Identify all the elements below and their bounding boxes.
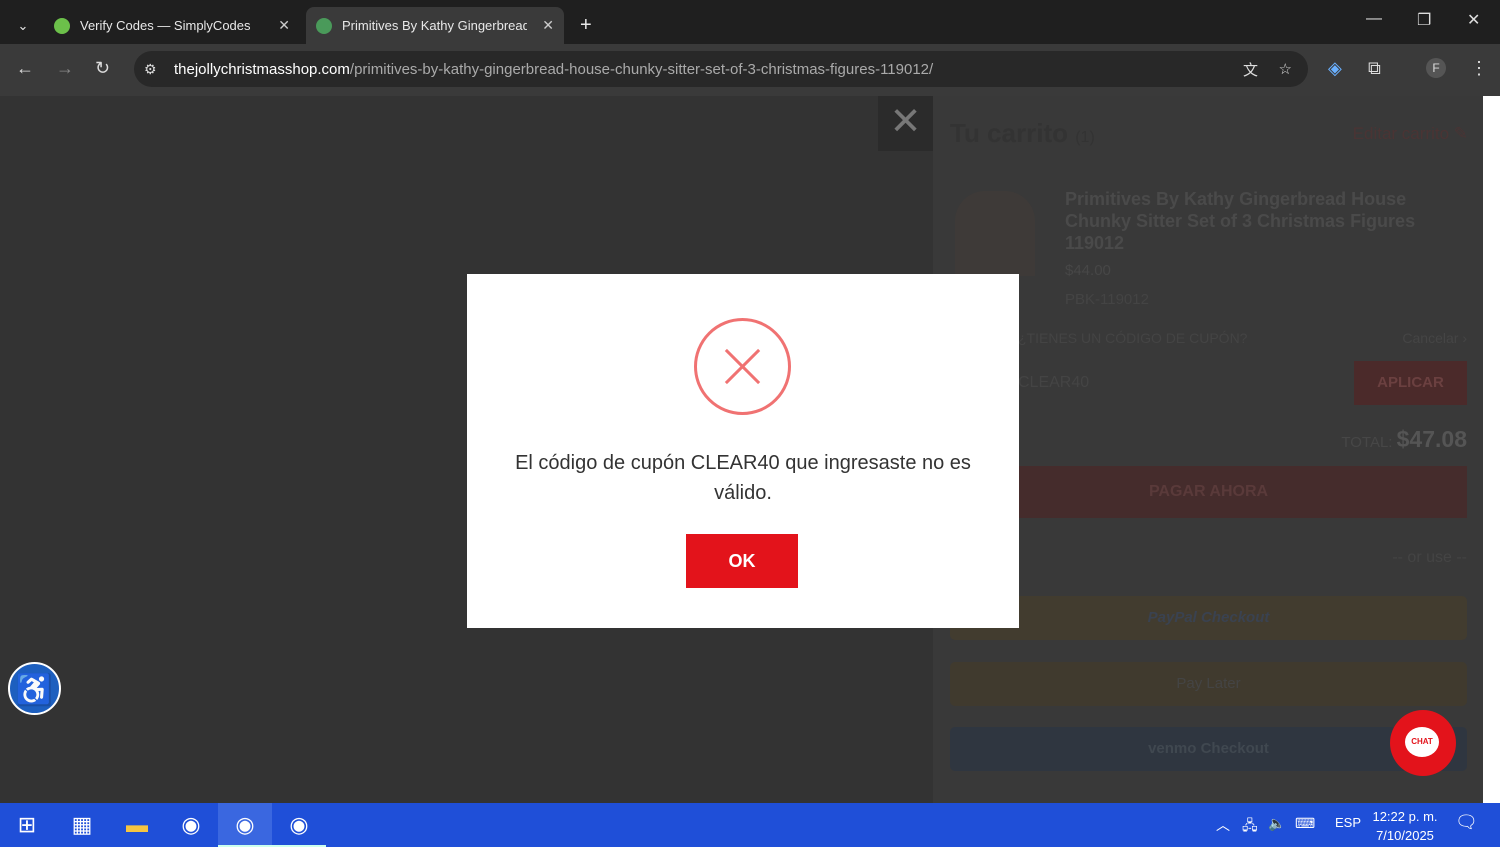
error-dialog: El código de cupón CLEAR40 que ingresast… bbox=[467, 274, 1019, 628]
tab-verify-codes[interactable]: Verify Codes — SimplyCodes ✕ bbox=[44, 7, 300, 44]
tab-primitives[interactable]: Primitives By Kathy Gingerbread ✕ bbox=[306, 7, 564, 44]
product-name[interactable]: Primitives By Kathy Gingerbread House Ch… bbox=[1065, 188, 1455, 254]
volume-icon[interactable]: 🔈 bbox=[1268, 815, 1285, 832]
extension-shield-icon[interactable]: ◈ bbox=[1328, 58, 1342, 79]
chrome-icon[interactable]: ◉ bbox=[164, 803, 218, 847]
file-explorer-icon[interactable]: ▬ bbox=[110, 803, 164, 847]
url-path: /primitives-by-kathy-gingerbread-house-c… bbox=[349, 60, 934, 78]
product-price: $44.00 bbox=[1065, 262, 1111, 279]
coupon-question: ¿TIENES UN CÓDIGO DE CUPÓN? bbox=[1018, 330, 1248, 346]
chrome-profile-r-icon[interactable]: ◉ bbox=[272, 803, 326, 847]
site-info-icon[interactable]: ⚙ bbox=[144, 61, 157, 78]
windows-taskbar: ⊞ ▦ ▬ ◉ ◉ ◉ ︿ 🖧 🔈 ⌨ ESP 12:22 p. m. 7/10/… bbox=[0, 803, 1500, 847]
product-sku: PBK-119012 bbox=[1065, 291, 1149, 308]
venmo-checkout-button[interactable]: venmo Checkout bbox=[950, 727, 1467, 771]
error-message: El código de cupón CLEAR40 que ingresast… bbox=[515, 452, 971, 504]
restore-icon[interactable]: ❐ bbox=[1417, 10, 1431, 30]
product-thumbnail bbox=[955, 191, 1035, 276]
browser-toolbar: ← → ↻ ⚙ thejollychristmasshop.com/primit… bbox=[0, 44, 1500, 96]
new-tab-button[interactable]: + bbox=[570, 7, 602, 44]
start-icon[interactable]: ⊞ bbox=[0, 803, 54, 847]
tab-title: Verify Codes — SimplyCodes bbox=[80, 18, 251, 33]
notifications-icon[interactable]: 🗨 bbox=[1455, 812, 1478, 833]
ok-button[interactable]: OK bbox=[686, 534, 798, 588]
simplycodes-favicon-icon bbox=[54, 17, 70, 34]
chat-label: CHAT bbox=[1405, 727, 1439, 757]
browser-tab-bar: ⌄ Verify Codes — SimplyCodes ✕ Primitive… bbox=[0, 0, 1500, 44]
page-scrollbar[interactable] bbox=[1483, 96, 1500, 803]
store-icon[interactable]: ▦ bbox=[55, 803, 109, 847]
accessibility-icon[interactable]: ♿ bbox=[8, 662, 61, 715]
close-cart-icon[interactable]: ✕ bbox=[878, 96, 933, 151]
close-tab-icon[interactable]: ✕ bbox=[278, 17, 290, 34]
back-icon[interactable]: ← bbox=[16, 58, 34, 79]
coupon-input[interactable]: CLEAR40 bbox=[1018, 374, 1089, 392]
cancel-coupon-link[interactable]: Cancelar › bbox=[1402, 330, 1467, 346]
url-host: thejollychristmasshop.com bbox=[174, 60, 350, 78]
edit-cart-link[interactable]: Editar carrito ✎ bbox=[1353, 124, 1468, 144]
or-use-label: -- or use -- bbox=[1392, 549, 1467, 566]
translate-icon[interactable]: 文 bbox=[1243, 59, 1258, 80]
menu-icon[interactable]: ⋮ bbox=[1470, 58, 1488, 79]
chat-button[interactable]: CHAT bbox=[1390, 710, 1456, 776]
site-favicon-icon bbox=[316, 17, 332, 34]
tab-search-button[interactable]: ⌄ bbox=[8, 7, 38, 44]
pay-now-button[interactable]: PAGAR AHORA bbox=[950, 466, 1467, 518]
apply-coupon-button[interactable]: APLICAR bbox=[1354, 361, 1467, 405]
cart-count: (1) bbox=[1075, 129, 1095, 146]
paypal-checkout-button[interactable]: PayPal Checkout bbox=[950, 596, 1467, 640]
cart-total: TOTAL: $47.08 bbox=[1341, 426, 1467, 452]
keyboard-icon[interactable]: ⌨ bbox=[1295, 815, 1315, 832]
error-x-icon bbox=[694, 318, 791, 415]
cart-title: Tu carrito (1) bbox=[950, 118, 1095, 148]
paylater-button[interactable]: Pay Later bbox=[950, 662, 1467, 706]
minimize-icon[interactable]: — bbox=[1366, 10, 1382, 28]
language-indicator[interactable]: ESP bbox=[1335, 815, 1361, 830]
chrome-profile-f-icon[interactable]: ◉ bbox=[218, 803, 272, 847]
network-icon[interactable]: 🖧 bbox=[1242, 815, 1258, 839]
clock[interactable]: 12:22 p. m. 7/10/2025 bbox=[1366, 807, 1444, 845]
tab-title: Primitives By Kathy Gingerbread bbox=[342, 18, 527, 33]
close-window-icon[interactable]: ✕ bbox=[1467, 10, 1480, 30]
extensions-icon[interactable]: ⧉ bbox=[1368, 58, 1381, 79]
forward-icon[interactable]: → bbox=[56, 58, 74, 79]
tray-chevron-icon[interactable]: ︿ bbox=[1216, 815, 1230, 835]
close-tab-icon[interactable]: ✕ bbox=[542, 17, 554, 34]
bookmark-star-icon[interactable]: ☆ bbox=[1279, 60, 1292, 78]
profile-avatar[interactable]: F bbox=[1426, 58, 1446, 78]
reload-icon[interactable]: ↻ bbox=[95, 58, 110, 79]
address-bar[interactable]: ⚙ thejollychristmasshop.com/primitives-b… bbox=[134, 51, 1308, 87]
